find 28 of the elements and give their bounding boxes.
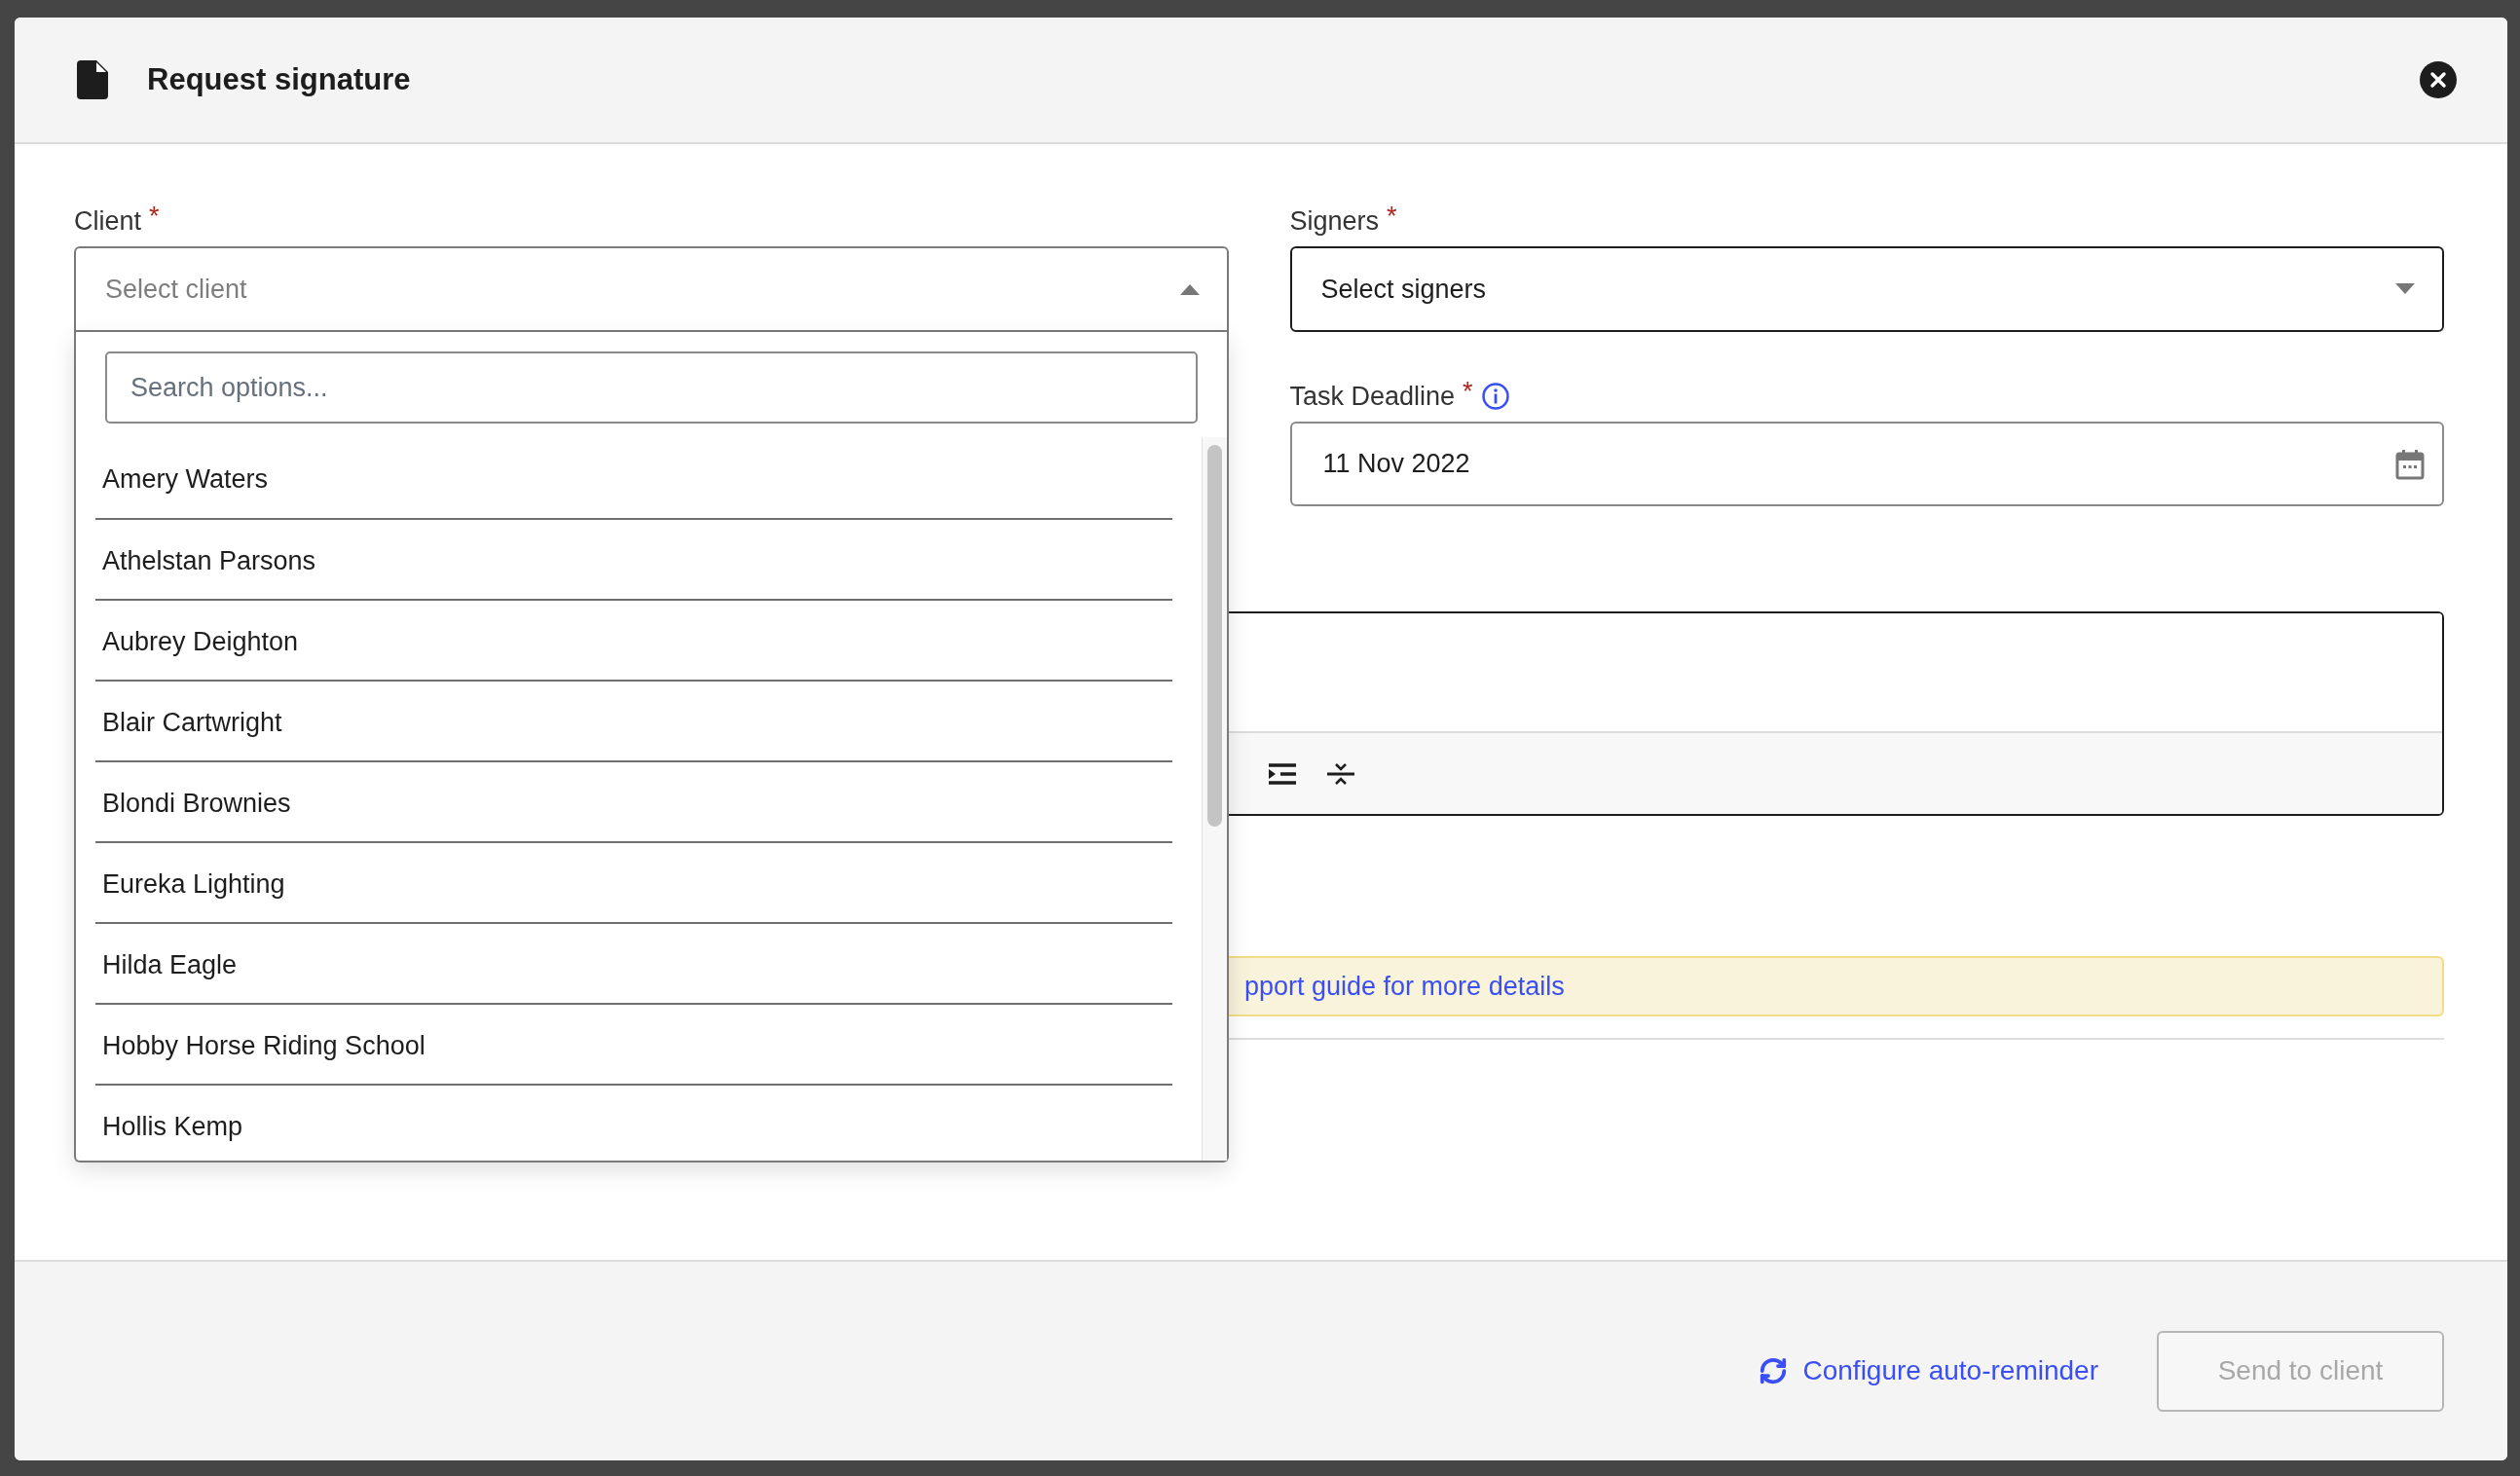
- refresh-icon: [1758, 1356, 1788, 1385]
- field-label: Signers: [1289, 205, 1380, 238]
- scrollbar-thumb[interactable]: [1206, 445, 1222, 827]
- support-guide-link[interactable]: pport guide for more details: [1244, 971, 1565, 1002]
- dialog-title: Request signature: [147, 62, 412, 97]
- client-option[interactable]: Hobby Horse Riding School: [95, 1005, 1172, 1086]
- required-mark: *: [1387, 204, 1397, 226]
- client-option[interactable]: Hilda Eagle: [95, 924, 1172, 1005]
- signers-select[interactable]: Select signers: [1289, 246, 2444, 332]
- info-icon[interactable]: [1480, 382, 1510, 411]
- client-option[interactable]: Amery Waters: [95, 437, 1172, 520]
- client-option[interactable]: Blondi Brownies: [95, 762, 1172, 843]
- auto-reminder-link[interactable]: Configure auto-reminder: [1758, 1355, 2098, 1386]
- client-option[interactable]: Aubrey Deighton: [95, 601, 1172, 682]
- close-icon[interactable]: [2420, 61, 2457, 98]
- required-mark: *: [1463, 380, 1473, 401]
- client-option[interactable]: Hollis Kemp: [95, 1086, 1172, 1161]
- field-label: Client: [74, 205, 142, 238]
- client-option[interactable]: Blair Cartwright: [95, 682, 1172, 762]
- client-option[interactable]: Athelstan Parsons: [95, 520, 1172, 601]
- document-icon: [77, 60, 108, 99]
- calendar-icon[interactable]: [2395, 448, 2425, 480]
- date-field[interactable]: 11 Nov 2022: [1289, 422, 2444, 506]
- client-option[interactable]: Eureka Lighting: [95, 843, 1172, 924]
- client-select[interactable]: Select client: [74, 246, 1229, 332]
- field-label: Task Deadline: [1289, 381, 1456, 413]
- search-field[interactable]: Search options...: [105, 351, 1198, 424]
- required-mark: *: [149, 204, 160, 226]
